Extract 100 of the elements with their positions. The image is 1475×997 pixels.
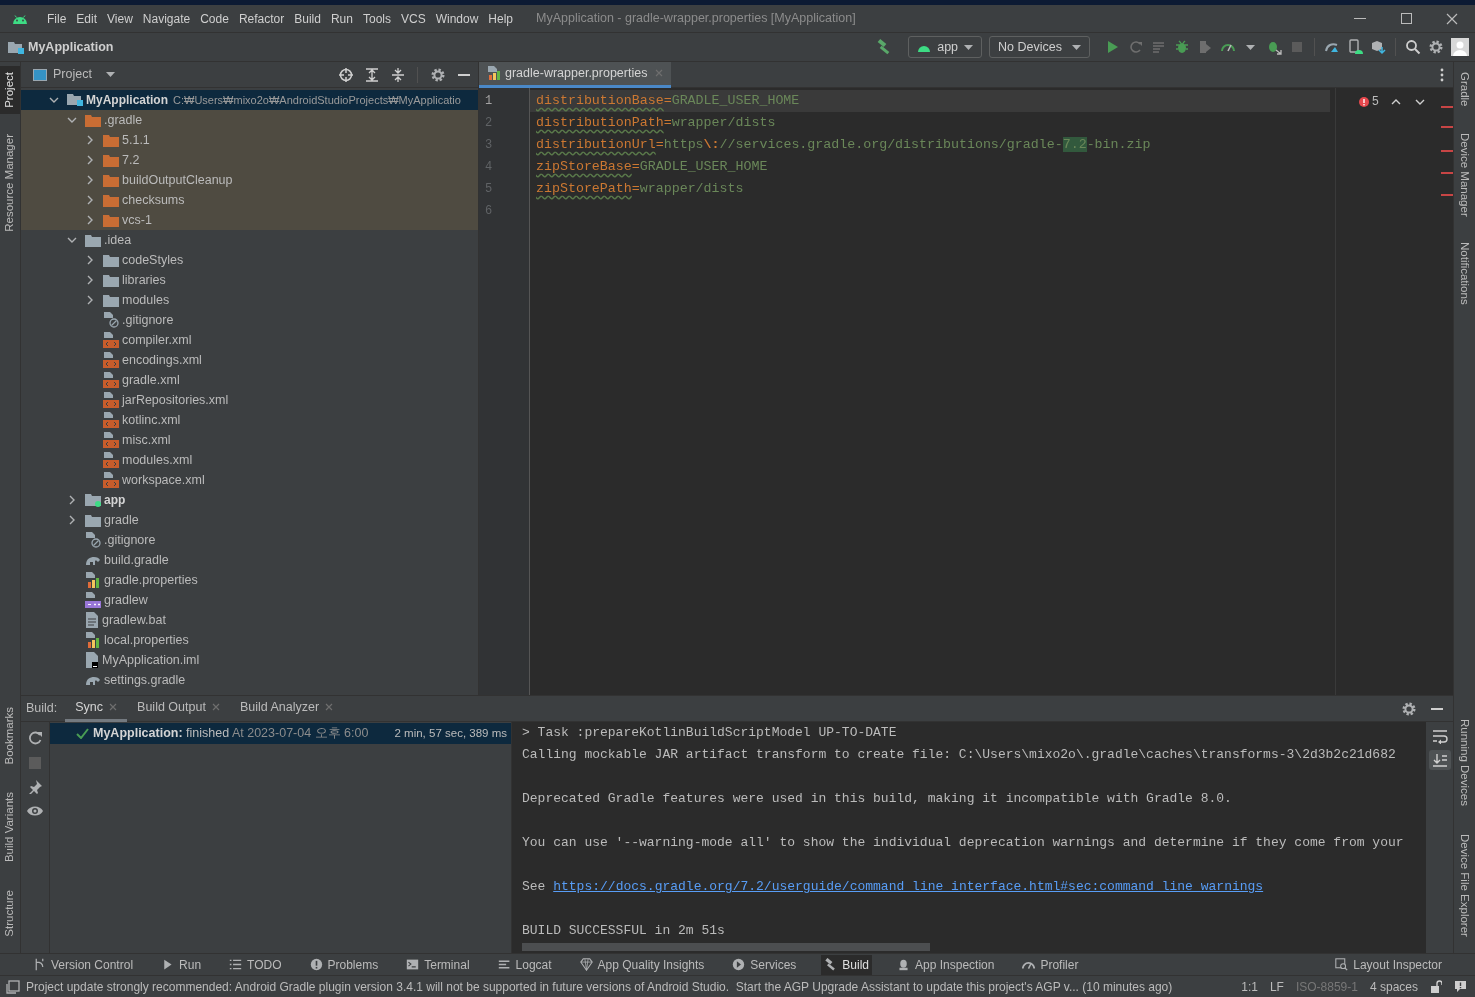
tool-window-button[interactable]: Running Devices	[1454, 713, 1475, 813]
tool-window-button[interactable]: Notifications	[1454, 236, 1475, 311]
tool-window-button[interactable]: Profiler	[1019, 954, 1082, 975]
tree-row[interactable]: buildOutputCleanup	[21, 170, 478, 190]
sdk-manager-icon[interactable]	[1370, 39, 1386, 55]
event-log-icon[interactable]	[6, 979, 20, 994]
collapse-all-icon[interactable]	[391, 67, 405, 82]
menu-item[interactable]: Help	[483, 7, 519, 30]
expand-all-icon[interactable]	[365, 67, 379, 82]
tree-row[interactable]: checksums	[21, 190, 478, 210]
more-icon[interactable]	[1440, 67, 1444, 82]
tool-window-button[interactable]: Terminal	[403, 954, 473, 975]
chevron-right-icon[interactable]	[87, 275, 93, 285]
menu-item[interactable]: Code	[195, 7, 234, 30]
search-icon[interactable]	[1405, 39, 1421, 55]
eye-icon[interactable]	[27, 805, 43, 817]
notification-icon[interactable]	[1454, 980, 1467, 993]
debug-icon[interactable]	[1174, 39, 1190, 55]
tool-window-button[interactable]: Run	[158, 954, 205, 975]
tree-row[interactable]: gradle.xml	[21, 370, 478, 390]
menu-item[interactable]: Build	[289, 7, 326, 30]
device-manager-icon[interactable]	[1347, 39, 1363, 55]
tool-window-button[interactable]: Device Manager	[1454, 126, 1475, 223]
tree-row[interactable]: kotlinc.xml	[21, 410, 478, 430]
tree-row[interactable]: codeStyles	[21, 250, 478, 270]
menu-item[interactable]: View	[102, 7, 138, 30]
tree-row[interactable]: compiler.xml	[21, 330, 478, 350]
build-tab[interactable]: Build Output	[127, 695, 230, 722]
tree-row[interactable]: vcs-1	[21, 210, 478, 230]
problems-indicator[interactable]: 5	[1358, 93, 1379, 111]
tool-window-button[interactable]: Problems	[306, 954, 382, 975]
tree-row[interactable]: app	[21, 490, 478, 510]
tool-window-button[interactable]: Build Variants	[0, 786, 20, 869]
locate-icon[interactable]	[339, 67, 353, 82]
chevron-right-icon[interactable]	[69, 495, 75, 505]
tree-row[interactable]: misc.xml	[21, 430, 478, 450]
tree-row[interactable]: .gradle	[21, 110, 478, 130]
console-link[interactable]: https://docs.gradle.org/7.2/userguide/command_line_interface.html#sec:command_line_warnings	[553, 876, 1264, 898]
chevron-down-icon[interactable]	[67, 117, 77, 123]
scroll-to-end-button[interactable]	[1428, 750, 1451, 770]
chevron-down-icon[interactable]	[1415, 99, 1425, 105]
tree-row[interactable]: .idea	[21, 230, 478, 250]
tool-window-button[interactable]: Project	[0, 66, 20, 114]
build-result-row[interactable]: MyApplication: finished At 2023-07-04 오후 6:00 2 min, 57 sec, 389 ms	[50, 723, 511, 744]
chevron-down-icon[interactable]	[67, 237, 77, 243]
menu-item[interactable]: Run	[325, 7, 358, 30]
status-message[interactable]: Project update strongly recommended: Android Gradle plugin version 3.4.1 will not be supported in future versions of Android Studio. Start the AGP Upgrade Assistant to update this project's AGP v... (10 minutes ago)	[26, 977, 1173, 996]
tool-window-button[interactable]: Version Control	[30, 954, 137, 975]
build-tab[interactable]: Build Analyzer	[229, 695, 344, 722]
tree-row[interactable]: gradle	[21, 510, 478, 530]
tree-row[interactable]: MyApplication C:₩Users₩mixo2o₩AndroidStudioProjects₩MyApplicatio	[21, 90, 478, 110]
tree-row[interactable]: local.properties	[21, 630, 478, 650]
tree-row[interactable]: libraries	[21, 270, 478, 290]
menu-item[interactable]: Refactor	[233, 7, 290, 30]
editor-tab[interactable]: gradle-wrapper.properties	[479, 61, 672, 88]
sync-icon[interactable]	[27, 730, 43, 746]
chevron-right-icon[interactable]	[87, 135, 93, 145]
tool-window-button[interactable]: TODO	[226, 954, 285, 975]
tree-row[interactable]: workspace.xml	[21, 470, 478, 490]
settings-icon[interactable]	[1428, 39, 1444, 55]
chevron-right-icon[interactable]	[87, 195, 93, 205]
tool-window-button[interactable]: App Quality Insights	[576, 954, 708, 975]
pin-icon[interactable]	[28, 780, 42, 794]
menu-item[interactable]: Tools	[357, 7, 396, 30]
tool-window-button[interactable]: Device File Explorer	[1454, 828, 1475, 943]
tree-row[interactable]: 5.1.1	[21, 130, 478, 150]
tree-row[interactable]: jarRepositories.xml	[21, 390, 478, 410]
tree-row[interactable]: gradle.properties	[21, 570, 478, 590]
settings-icon[interactable]	[1401, 700, 1417, 717]
tool-window-button[interactable]: Logcat	[494, 954, 555, 975]
tree-row[interactable]: .gitignore	[21, 530, 478, 550]
lock-icon[interactable]	[1430, 980, 1442, 993]
menu-item[interactable]: Edit	[71, 7, 103, 30]
run-configuration-dropdown[interactable]: app	[908, 36, 983, 58]
chevron-right-icon[interactable]	[87, 295, 93, 305]
status-item[interactable]: 1:1	[1241, 977, 1258, 996]
tool-window-button[interactable]: Build	[821, 954, 873, 975]
tree-row[interactable]: modules.xml	[21, 450, 478, 470]
chevron-right-icon[interactable]	[87, 175, 93, 185]
device-dropdown[interactable]: No Devices	[989, 36, 1090, 58]
chevron-right-icon[interactable]	[87, 255, 93, 265]
tool-window-button[interactable]: Gradle	[1454, 66, 1475, 113]
chevron-right-icon[interactable]	[87, 215, 93, 225]
tool-window-button[interactable]: Layout Inspector	[1332, 954, 1445, 975]
project-view-dropdown[interactable]: Project	[33, 65, 115, 84]
status-item[interactable]: LF	[1269, 977, 1284, 996]
horizontal-scrollbar[interactable]	[522, 943, 930, 951]
tree-row[interactable]: .gitignore	[21, 310, 478, 330]
chevron-down-icon[interactable]	[49, 97, 59, 103]
tree-row[interactable]: 7.2	[21, 150, 478, 170]
attach-debugger-icon[interactable]	[1266, 39, 1282, 55]
tool-window-button[interactable]: App Inspection	[894, 954, 998, 975]
settings-icon[interactable]	[430, 66, 446, 83]
tool-window-button[interactable]: Structure	[0, 884, 20, 943]
tree-row[interactable]: gradlew	[21, 590, 478, 610]
menu-item[interactable]: Window	[430, 7, 484, 30]
breadcrumb-project[interactable]: MyApplication	[28, 37, 114, 57]
tree-row[interactable]: encodings.xml	[21, 350, 478, 370]
tree-row[interactable]: MyApplication.iml	[21, 650, 478, 670]
tool-window-button[interactable]: Resource Manager	[0, 127, 20, 238]
